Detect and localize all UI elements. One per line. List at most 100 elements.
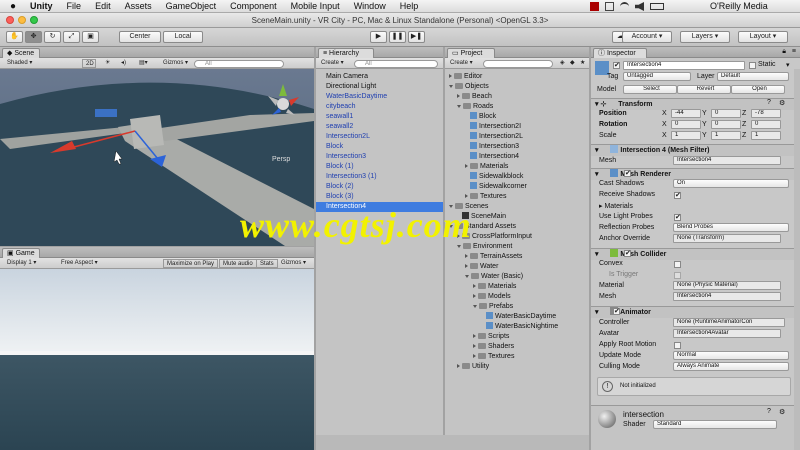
expand-arrow-icon[interactable]	[473, 344, 476, 348]
project-tree-item[interactable]: Intersection4	[465, 152, 519, 162]
menu-assets[interactable]: Assets	[118, 1, 159, 11]
project-tree-item[interactable]: Textures	[473, 352, 514, 362]
stats-toggle[interactable]: Stats	[256, 259, 278, 268]
inspector-lock-icon[interactable]: 🔒︎	[782, 48, 786, 56]
expand-arrow-icon[interactable]	[473, 305, 477, 308]
audio-icon[interactable]: ◂)	[118, 59, 129, 68]
avatar-field[interactable]: Intersection4Avatar	[673, 329, 781, 338]
menu-mobile-input[interactable]: Mobile Input	[284, 1, 347, 11]
expand-arrow-icon[interactable]	[449, 74, 452, 78]
project-tree-item[interactable]: Roads	[457, 102, 493, 112]
expand-arrow-icon[interactable]	[473, 334, 476, 338]
mesh-collider-enabled-checkbox[interactable]	[624, 249, 631, 257]
menu-file[interactable]: File	[60, 1, 89, 11]
project-tree-item[interactable]: Materials	[473, 282, 516, 292]
expand-arrow-icon[interactable]	[473, 294, 476, 298]
project-tree-item[interactable]: Textures	[465, 192, 506, 202]
play-button[interactable]: ▶	[370, 31, 387, 43]
lighting-icon[interactable]: ☀	[102, 59, 113, 68]
hierarchy-item[interactable]: Block (2)	[326, 182, 354, 192]
is-trigger-checkbox[interactable]	[674, 272, 681, 279]
step-button[interactable]: ▶❚	[408, 31, 425, 43]
hierarchy-item[interactable]: seawall2	[326, 122, 353, 132]
inspector-menu-icon[interactable]: ≡	[792, 48, 796, 55]
cast-shadows-dropdown[interactable]: On	[673, 179, 789, 188]
hierarchy-item[interactable]: Intersection3	[326, 152, 366, 162]
light-probes-checkbox[interactable]	[674, 213, 681, 221]
anchor-override-field[interactable]: None (Transform)	[673, 234, 781, 243]
hierarchy-item[interactable]: WaterBasicDaytime	[326, 92, 387, 102]
game-viewport[interactable]	[0, 269, 314, 450]
project-tree-item[interactable]: Editor	[449, 72, 482, 82]
favorite-icon[interactable]: ★	[577, 59, 588, 68]
culling-mode-dropdown[interactable]: Always Animate	[673, 362, 789, 371]
position-x-field[interactable]: -44	[671, 109, 701, 118]
animator-enabled-checkbox[interactable]	[613, 307, 620, 315]
expand-arrow-icon[interactable]	[473, 354, 476, 358]
menu-help[interactable]: Help	[393, 1, 426, 11]
inspector-scrollbar[interactable]	[794, 69, 800, 450]
tab-game[interactable]: ▣ Game	[2, 248, 40, 258]
expand-arrow-icon[interactable]	[457, 364, 460, 368]
collider-material-field[interactable]: None (Physic Material)	[673, 281, 781, 290]
wifi-icon[interactable]	[620, 2, 629, 11]
static-checkbox[interactable]	[749, 62, 756, 69]
project-tree-item[interactable]: WaterBasicDaytime	[481, 312, 556, 322]
material-help-icon[interactable]: ?	[767, 408, 771, 415]
project-create-dropdown[interactable]: Create ▾	[447, 59, 476, 68]
collider-mesh-field[interactable]: Intersection4	[673, 292, 781, 301]
hierarchy-search-input[interactable]: All	[354, 60, 438, 68]
project-tree-item[interactable]: Intersection2L	[465, 132, 523, 142]
expand-arrow-icon[interactable]	[465, 254, 468, 258]
hierarchy-item[interactable]: citybeach	[326, 102, 356, 112]
mute-audio-toggle[interactable]: Mute audio	[219, 259, 257, 268]
tab-hierarchy[interactable]: ≡ Hierarchy	[318, 48, 374, 58]
tab-scene[interactable]: ◆ Scene	[2, 48, 40, 58]
menu-window[interactable]: Window	[347, 1, 393, 11]
static-dropdown-icon[interactable]: ▾	[786, 61, 790, 69]
project-tree-item[interactable]: Models	[473, 292, 511, 302]
project-tree-item[interactable]: TerrainAssets	[465, 252, 522, 262]
expand-arrow-icon[interactable]	[465, 275, 469, 278]
move-tool-button[interactable]: ✥	[25, 31, 42, 43]
volume-icon[interactable]	[635, 2, 644, 11]
expand-arrow-icon[interactable]	[457, 94, 460, 98]
tab-project[interactable]: ▭ Project	[447, 48, 495, 58]
menu-app-unity[interactable]: Unity	[23, 1, 60, 11]
project-tree-item[interactable]: Utility	[457, 362, 489, 372]
tab-inspector[interactable]: ⓘ Inspector	[593, 48, 647, 58]
tag-dropdown[interactable]: Untagged	[623, 72, 691, 81]
apply-root-motion-checkbox[interactable]	[674, 342, 681, 349]
project-tree-item[interactable]: Prefabs	[473, 302, 513, 312]
project-tree-item[interactable]: Objects	[449, 82, 489, 92]
position-z-field[interactable]: -78	[751, 109, 781, 118]
dropbox-icon[interactable]	[605, 2, 614, 11]
project-tree-item[interactable]: WaterBasicNightime	[481, 322, 558, 332]
maximize-on-play-toggle[interactable]: Maximize on Play	[163, 259, 219, 268]
minimize-window-button[interactable]	[18, 16, 26, 24]
expand-arrow-icon[interactable]	[449, 85, 453, 88]
gizmo-xz-plane[interactable]	[95, 109, 117, 117]
mesh-filter-mesh-field[interactable]: Intersection4	[673, 156, 781, 165]
expand-arrow-icon[interactable]	[457, 105, 461, 108]
mesh-filter-header[interactable]: ▾ Intersection 4 (Mesh Filter)	[591, 144, 800, 156]
menu-edit[interactable]: Edit	[88, 1, 118, 11]
close-window-button[interactable]	[6, 16, 14, 24]
active-checkbox[interactable]	[613, 61, 620, 69]
menu-gameobject[interactable]: GameObject	[159, 1, 224, 11]
menu-component[interactable]: Component	[223, 1, 284, 11]
animator-header[interactable]: ▾ Animator	[591, 306, 800, 318]
scene-gizmos-dropdown[interactable]: Gizmos ▾	[160, 59, 191, 68]
hierarchy-item[interactable]: Block (3)	[326, 192, 354, 202]
project-tree-item[interactable]: Block	[465, 112, 496, 122]
mesh-collider-header[interactable]: ▾ Mesh Collider	[591, 248, 800, 260]
scene-search-input[interactable]: All	[194, 60, 284, 68]
expand-arrow-icon[interactable]	[465, 264, 468, 268]
model-select-button[interactable]: Select	[623, 85, 677, 94]
effects-icon[interactable]: ▤▾	[136, 59, 151, 68]
record-icon[interactable]	[590, 2, 599, 11]
model-revert-button[interactable]: Revert	[677, 85, 731, 94]
hierarchy-item[interactable]: Intersection2L	[326, 132, 370, 142]
expand-arrow-icon[interactable]	[465, 194, 468, 198]
game-gizmos-dropdown[interactable]: Gizmos ▾	[278, 259, 309, 268]
